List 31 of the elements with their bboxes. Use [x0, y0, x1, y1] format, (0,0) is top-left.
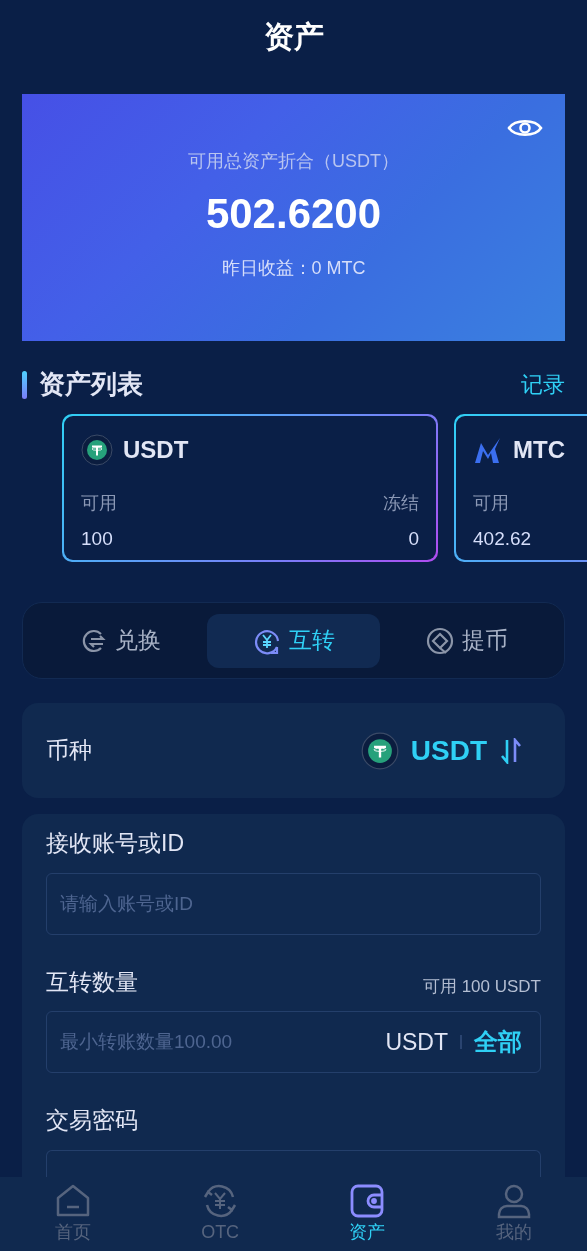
- recipient-label: 接收账号或ID: [46, 829, 185, 858]
- action-tab[interactable]: 提币: [380, 613, 554, 668]
- recipient-field[interactable]: 请输入账号或ID: [46, 872, 541, 935]
- action-tab[interactable]: 互转: [206, 613, 381, 668]
- coin-selector[interactable]: 币种 USDT: [22, 703, 565, 798]
- coin-name: MTC: [513, 435, 565, 465]
- available-label: 可用: [81, 492, 117, 515]
- asset-card[interactable]: MTC 可用 402.62: [456, 416, 587, 560]
- balance-amount: 502.6200: [205, 193, 382, 235]
- coin-value: USDT: [410, 733, 487, 768]
- records-link[interactable]: 记录: [521, 368, 565, 401]
- unit-label: USDT: [385, 1027, 448, 1057]
- password-label: 交易密码: [46, 1106, 139, 1135]
- available-value: 100: [81, 527, 113, 551]
- frozen-value: 0: [408, 527, 419, 551]
- available-value: 402.62: [473, 527, 532, 551]
- available-balance: 可用 100 USDT: [422, 975, 541, 998]
- section-title: 资产列表: [39, 368, 143, 401]
- available-label: 可用: [473, 492, 509, 515]
- coin-label: 币种: [46, 736, 92, 766]
- action-tab[interactable]: 兑换: [33, 613, 207, 668]
- yesterday-earnings: 昨日收益：0 MTC: [221, 257, 366, 280]
- all-button[interactable]: 全部: [474, 1024, 522, 1060]
- nav-tab[interactable]: 资产: [293, 1177, 441, 1251]
- page-title: 资产: [263, 18, 324, 55]
- coin-name: USDT: [123, 435, 189, 465]
- balance-label: 可用总资产折合（USDT）: [188, 150, 399, 173]
- amount-label: 互转数量: [46, 967, 138, 997]
- frozen-label: 冻结: [383, 492, 419, 515]
- asset-card[interactable]: USDT 可用 冻结 100 0: [64, 416, 436, 560]
- amount-field[interactable]: 最小转账数量100.00 USDT 全部: [46, 1011, 541, 1073]
